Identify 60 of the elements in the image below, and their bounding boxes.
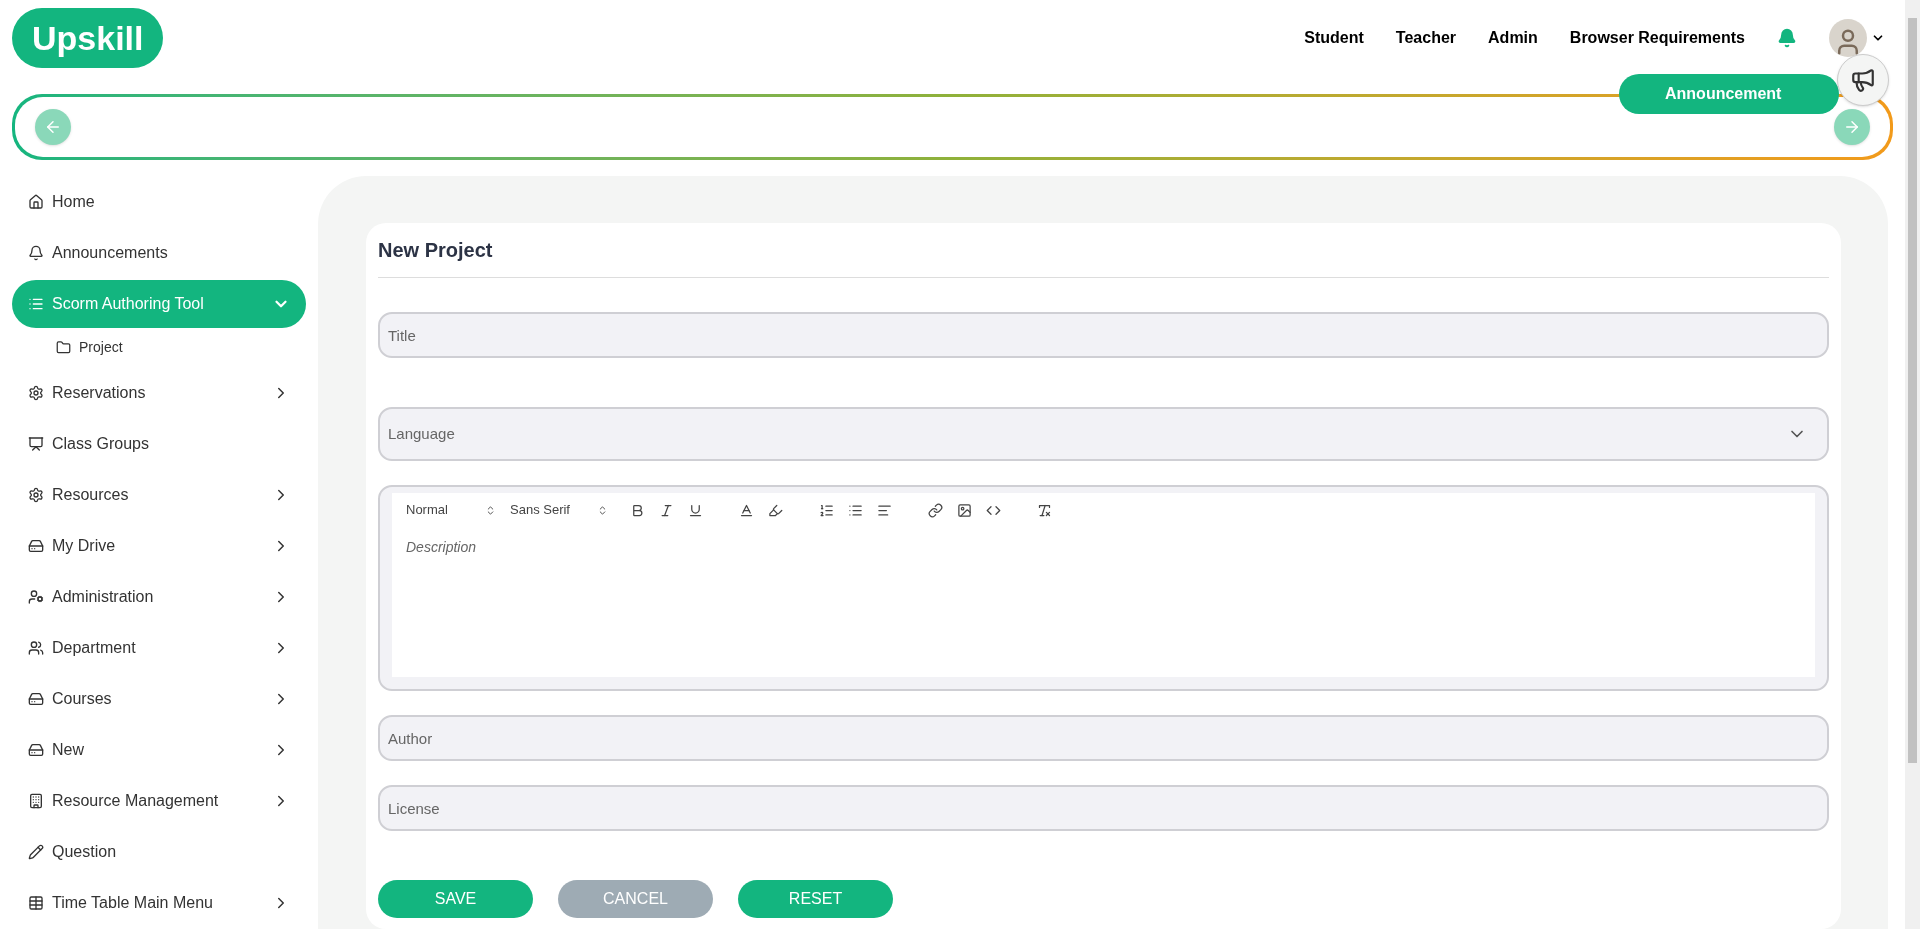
nav-link[interactable]: Student [1304,26,1364,50]
text-field[interactable]: Title [378,312,1829,358]
sidebar-item[interactable]: Class Groups [12,420,306,468]
table-icon [28,895,44,911]
nav-link[interactable]: Admin [1488,26,1538,50]
sidebar-item[interactable]: Administration [12,573,306,621]
sidebar-item[interactable]: Home [12,178,306,226]
clear-format-icon[interactable] [1037,502,1052,518]
text-field[interactable]: Author [378,715,1829,761]
house-icon [28,194,44,210]
sidebar-subitem[interactable]: Project [56,328,306,366]
text-field[interactable]: License [378,785,1829,831]
bell-icon [28,245,44,261]
sidebar-item[interactable]: Resource Management [12,777,306,825]
list-icon [28,296,44,312]
sidebar-item[interactable]: Reservations [12,369,306,417]
folder-icon [56,339,71,355]
sidebar-item[interactable]: New [12,726,306,774]
select-field[interactable]: Language [378,407,1829,461]
megaphone-button[interactable] [1837,54,1889,106]
rich-text-editor[interactable]: Normal Sans Serif Description [378,485,1829,691]
font-select[interactable]: Sans Serif [510,500,608,520]
sidebar-item[interactable]: Question [12,828,306,876]
text-color-icon[interactable] [739,502,754,518]
sidebar-item[interactable]: Announcements [12,229,306,277]
sidebar-item[interactable]: My Drive [12,522,306,570]
drive-icon [28,742,44,758]
user-gear-icon [28,589,44,605]
align-icon[interactable] [877,502,892,518]
drive-icon [28,691,44,707]
image-icon[interactable] [957,502,972,518]
arrow-right-icon [1843,118,1861,136]
underline-icon[interactable] [688,502,703,518]
nav-link[interactable]: Browser Requirements [1569,26,1745,50]
form-title: New Project [378,235,1829,278]
sidebar-item[interactable]: Department [12,624,306,672]
highlight-icon[interactable] [768,502,783,518]
bold-icon[interactable] [630,502,645,518]
pencil-icon [28,844,44,860]
description-placeholder: Description [405,538,478,557]
numbered-list-icon[interactable] [819,502,834,518]
bullet-list-icon[interactable] [848,502,863,518]
italic-icon[interactable] [659,502,674,518]
header-format-select[interactable]: Normal [406,500,496,520]
gear-icon [28,385,44,401]
nav-link[interactable]: Teacher [1395,26,1457,50]
bell-icon[interactable] [1777,28,1797,48]
classroom-icon [28,436,44,452]
avatar[interactable] [1829,19,1867,57]
sidebar-item[interactable]: Time Table Main Menu [12,879,306,927]
building-icon [28,793,44,809]
drive-icon [28,538,44,554]
up-down-arrows-icon [485,504,496,516]
sidebar-item[interactable]: Resources [12,471,306,519]
up-down-arrows-icon [597,504,608,516]
sidebar-item[interactable]: Courses [12,675,306,723]
people-icon [28,640,44,656]
gear-icon [28,487,44,503]
link-icon[interactable] [928,502,943,518]
megaphone-icon [1850,67,1876,93]
